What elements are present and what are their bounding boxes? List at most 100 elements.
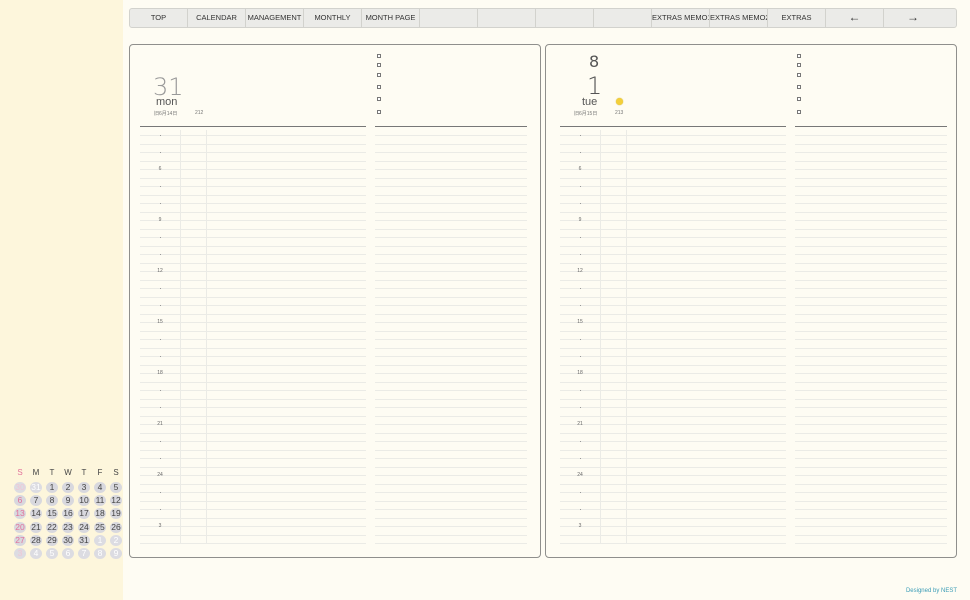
schedule-line <box>140 262 366 264</box>
calendar-day[interactable]: 26 <box>110 521 122 533</box>
nav-management[interactable]: MANAGEMENT <box>246 9 304 27</box>
schedule-line <box>140 135 366 136</box>
hour-label: 3 <box>158 523 162 529</box>
schedule-line <box>140 220 366 221</box>
hour-label: 18 <box>157 370 163 376</box>
nav-top[interactable]: TOP <box>130 9 188 27</box>
memo-line <box>795 356 947 357</box>
calendar-day[interactable]: 9 <box>110 548 122 559</box>
schedule-line <box>560 534 786 536</box>
calendar-day[interactable]: 5 <box>110 482 122 493</box>
schedule-line <box>140 305 366 306</box>
calendar-day[interactable]: 8 <box>94 548 106 559</box>
half-hour-tick <box>580 492 581 493</box>
schedule-line <box>560 458 786 459</box>
calendar-day[interactable]: 27 <box>14 534 26 546</box>
memo-line <box>375 381 527 383</box>
memo-line <box>795 143 947 145</box>
prev-arrow-icon[interactable]: ← <box>826 9 884 27</box>
calendar-day[interactable]: 18 <box>94 508 106 520</box>
calendar-day[interactable]: 17 <box>78 508 90 520</box>
calendar-day[interactable]: 21 <box>30 521 42 533</box>
memo-line <box>795 424 947 425</box>
calendar-day[interactable]: 10 <box>78 495 90 507</box>
calendar-day[interactable]: 20 <box>14 521 26 533</box>
half-hour-tick <box>160 186 161 187</box>
calendar-day[interactable]: 31 <box>30 482 42 493</box>
nav-empty-slot[interactable] <box>536 9 594 27</box>
memo-line <box>375 339 527 340</box>
memo-line <box>375 356 527 357</box>
calendar-day[interactable]: 1 <box>46 482 58 493</box>
schedule-line <box>560 364 786 366</box>
nav-empty-slot[interactable] <box>594 9 652 27</box>
calendar-day[interactable]: 22 <box>46 521 58 533</box>
schedule-line <box>140 330 366 332</box>
calendar-day[interactable]: 23 <box>62 521 74 533</box>
memo-line <box>795 398 947 400</box>
memo-line <box>795 415 947 417</box>
hour-label: 6 <box>578 166 582 172</box>
nav-empty-slot[interactable] <box>478 9 536 27</box>
half-hour-tick <box>160 254 161 255</box>
calendar-day[interactable]: 3 <box>78 482 90 493</box>
schedule-line <box>560 245 786 247</box>
schedule-line <box>560 509 786 510</box>
schedule-grid[interactable]: 6 9 12 15 18 21 24 3 <box>130 45 540 557</box>
half-hour-tick <box>580 305 581 306</box>
schedule-line <box>560 330 786 332</box>
schedule-line <box>560 373 786 374</box>
memo-line <box>375 330 527 332</box>
memo-line <box>795 458 947 459</box>
calendar-day[interactable]: 7 <box>78 548 90 559</box>
memo-line <box>375 152 527 153</box>
calendar-day[interactable]: 30 <box>14 482 26 493</box>
calendar-day[interactable]: 2 <box>110 534 122 546</box>
calendar-day[interactable]: 30 <box>62 534 74 546</box>
right-day-page: 8 1 tue 旧6月15日 213 6 9 12 15 18 21 24 3 <box>545 44 957 558</box>
memo-line <box>795 534 947 536</box>
calendar-day[interactable]: 2 <box>62 482 74 493</box>
calendar-day[interactable]: 29 <box>46 534 58 546</box>
nav-extras-memo1[interactable]: EXTRAS MEMO1 <box>652 9 710 27</box>
calendar-day[interactable]: 19 <box>110 508 122 520</box>
calendar-day[interactable]: 6 <box>62 548 74 559</box>
calendar-day[interactable]: 14 <box>30 508 42 520</box>
schedule-grid[interactable]: 6 9 12 15 18 21 24 3 <box>546 45 956 557</box>
calendar-day[interactable]: 12 <box>110 495 122 507</box>
calendar-day[interactable]: 24 <box>78 521 90 533</box>
nav-month-page[interactable]: MONTH PAGE <box>362 9 420 27</box>
schedule-line <box>140 143 366 145</box>
calendar-day[interactable]: 5 <box>46 548 58 559</box>
calendar-day[interactable]: 16 <box>62 508 74 520</box>
calendar-day[interactable]: 1 <box>94 534 106 546</box>
schedule-line <box>560 254 786 255</box>
memo-line <box>375 177 527 179</box>
nav-empty-slot[interactable] <box>420 9 478 27</box>
schedule-line <box>140 152 366 153</box>
calendar-day[interactable]: 31 <box>78 534 90 546</box>
schedule-line <box>140 177 366 179</box>
nav-extras-memo2[interactable]: EXTRAS MEMO2 <box>710 9 768 27</box>
calendar-day[interactable]: 28 <box>30 534 42 546</box>
calendar-day[interactable]: 15 <box>46 508 58 520</box>
memo-line <box>375 483 527 485</box>
calendar-day[interactable]: 25 <box>94 521 106 533</box>
nav-monthly[interactable]: MONTHLY <box>304 9 362 27</box>
calendar-weekday-header: S <box>113 468 119 477</box>
memo-line <box>795 449 947 451</box>
schedule-line <box>140 517 366 519</box>
half-hour-tick <box>580 186 581 187</box>
calendar-weekday-header: S <box>17 468 23 477</box>
next-arrow-icon[interactable]: → <box>884 9 942 27</box>
calendar-day[interactable]: 4 <box>30 548 42 559</box>
calendar-day[interactable]: 13 <box>14 508 26 520</box>
calendar-day[interactable]: 4 <box>94 482 106 493</box>
memo-line <box>375 169 527 170</box>
calendar-day[interactable]: 3 <box>14 548 26 559</box>
calendar-weekday-header: W <box>64 468 72 477</box>
nav-calendar[interactable]: CALENDAR <box>188 9 246 27</box>
memo-line <box>375 364 527 366</box>
nav-extras[interactable]: EXTRAS <box>768 9 826 27</box>
memo-line <box>375 517 527 519</box>
